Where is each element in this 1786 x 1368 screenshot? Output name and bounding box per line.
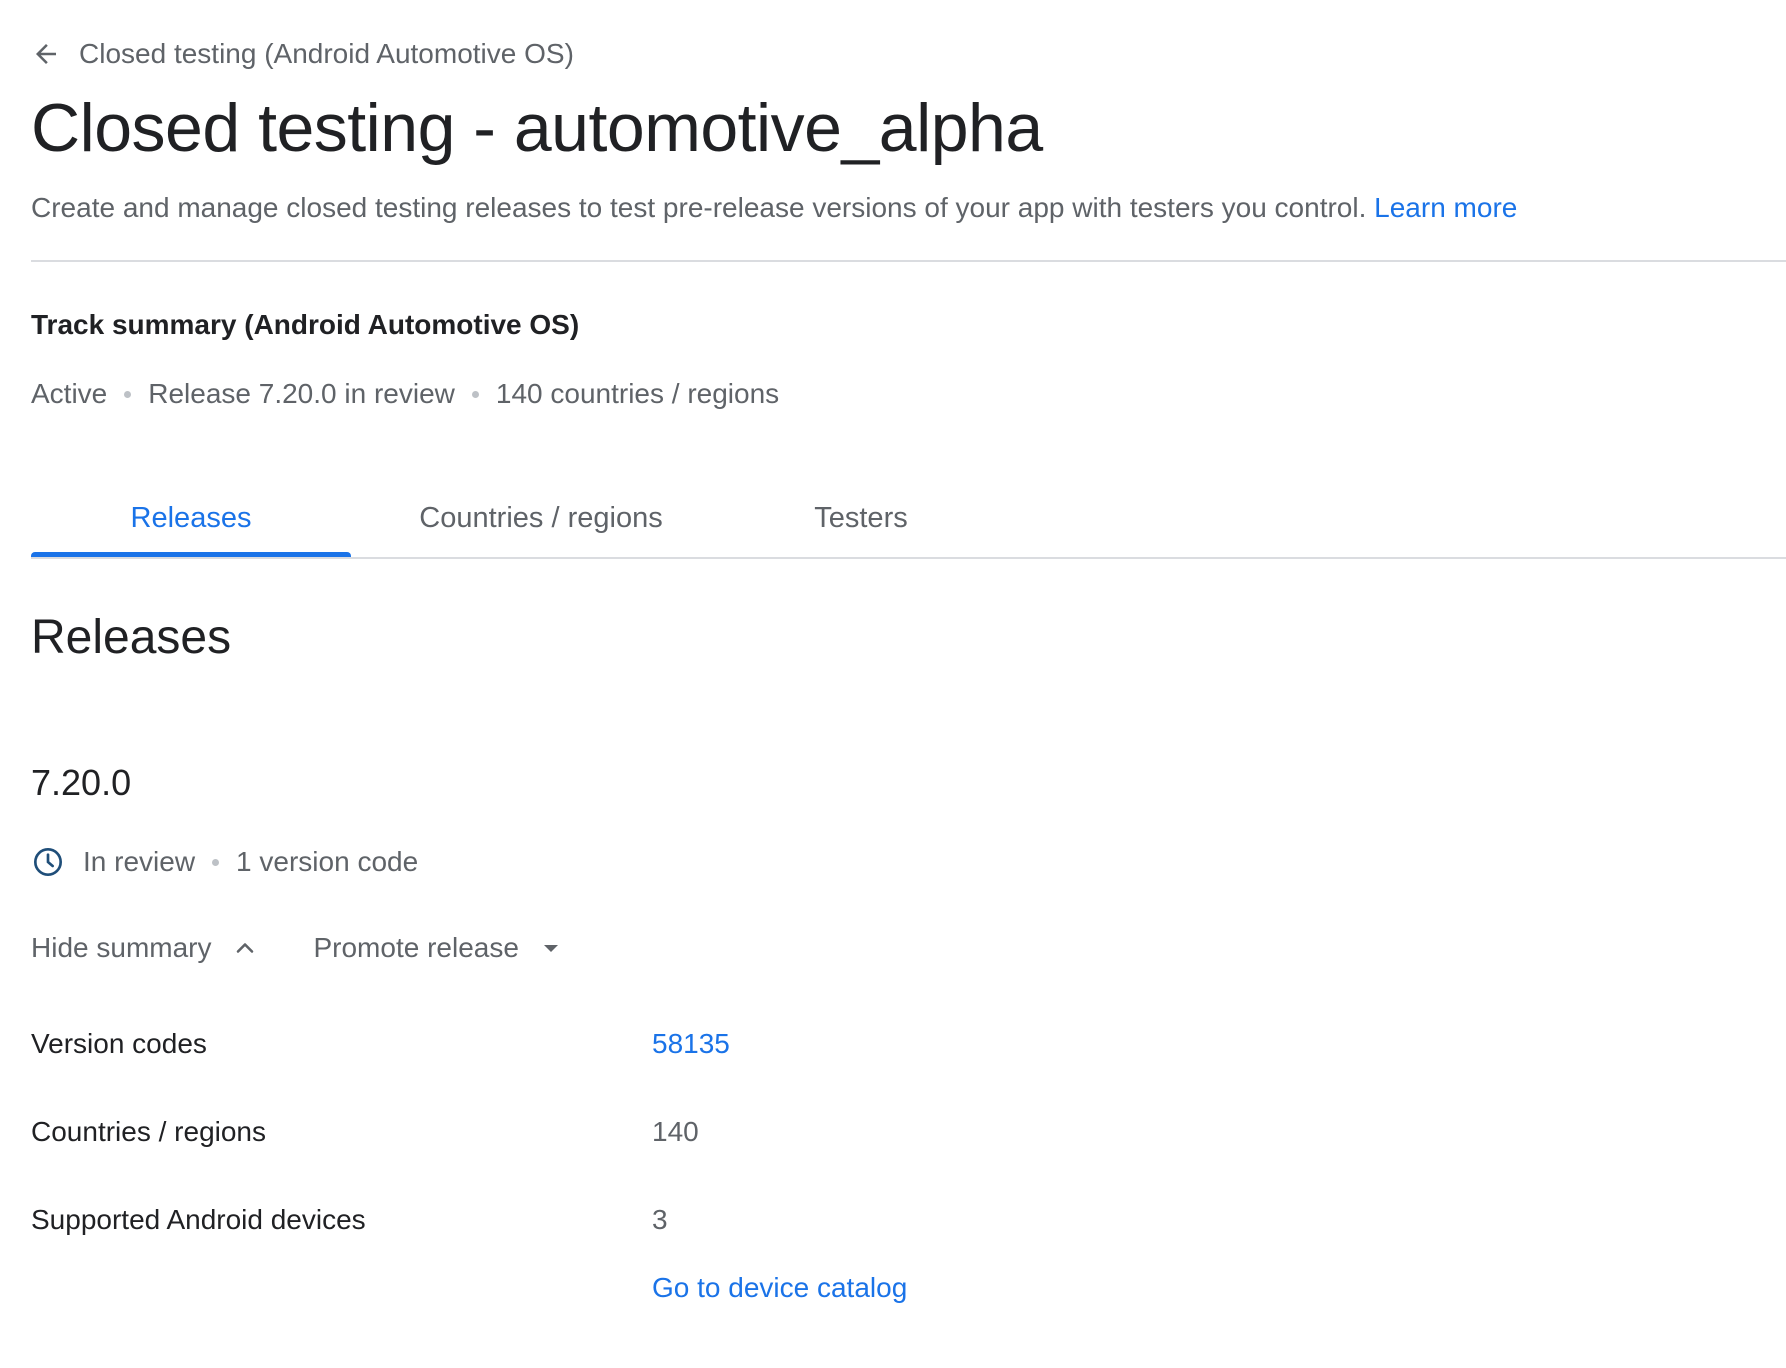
page-description: Create and manage closed testing release… xyxy=(31,188,1517,228)
page-title: Closed testing - automotive_alpha xyxy=(31,90,1043,166)
tab-label: Countries / regions xyxy=(419,502,663,534)
separator-dot xyxy=(124,390,132,398)
track-summary-meta: Active Release 7.20.0 in review 140 coun… xyxy=(31,374,779,414)
summary-row-version-codes: Version codes 58135 xyxy=(31,1024,1231,1064)
release-status: In review xyxy=(83,846,196,877)
summary-value: 140 xyxy=(652,1116,699,1147)
hide-summary-label: Hide summary xyxy=(31,932,212,963)
arrow-back-icon[interactable] xyxy=(29,37,63,71)
header-divider xyxy=(31,260,1786,262)
separator-dot xyxy=(471,390,479,398)
promote-release-label: Promote release xyxy=(313,932,519,963)
dropdown-arrow-icon xyxy=(543,945,558,952)
summary-row-supported-devices: Supported Android devices 3 xyxy=(31,1200,1231,1240)
clock-icon xyxy=(31,845,65,879)
hide-summary-button[interactable]: Hide summary xyxy=(31,928,259,968)
page-description-text: Create and manage closed testing release… xyxy=(31,192,1367,223)
track-status: Active xyxy=(31,378,108,409)
tab-label: Testers xyxy=(814,502,908,534)
tab-countries-regions[interactable]: Countries / regions xyxy=(361,488,721,558)
releases-section-title: Releases xyxy=(31,611,232,664)
summary-row-device-catalog: Go to device catalog xyxy=(31,1268,1231,1308)
tab-releases[interactable]: Releases xyxy=(31,488,351,558)
separator-dot xyxy=(212,858,220,866)
summary-value: 3 xyxy=(652,1204,668,1235)
summary-row-countries: Countries / regions 140 xyxy=(31,1112,1231,1152)
summary-key: Version codes xyxy=(31,1028,207,1059)
summary-key: Supported Android devices xyxy=(31,1204,366,1235)
device-catalog-link[interactable]: Go to device catalog xyxy=(652,1268,907,1308)
tab-testers[interactable]: Testers xyxy=(731,488,991,558)
breadcrumb-label[interactable]: Closed testing (Android Automotive OS) xyxy=(79,38,574,70)
release-version: 7.20.0 xyxy=(31,762,132,803)
chevron-up-icon xyxy=(237,943,254,953)
tabs-divider xyxy=(31,557,1786,559)
track-release-status: Release 7.20.0 in review xyxy=(148,378,455,409)
promote-release-button[interactable]: Promote release xyxy=(313,928,562,968)
version-code-count: 1 version code xyxy=(236,846,419,877)
version-code-link[interactable]: 58135 xyxy=(652,1024,730,1064)
tab-bar: Releases Countries / regions Testers xyxy=(31,488,1786,558)
learn-more-link[interactable]: Learn more xyxy=(1374,192,1517,223)
tab-label: Releases xyxy=(130,502,252,534)
breadcrumb: Closed testing (Android Automotive OS) xyxy=(31,36,574,72)
release-status-line: In review 1 version code xyxy=(31,842,418,882)
release-actions: Hide summary Promote release xyxy=(31,928,563,968)
summary-key: Countries / regions xyxy=(31,1116,267,1147)
track-countries: 140 countries / regions xyxy=(495,378,780,409)
track-summary-title: Track summary (Android Automotive OS) xyxy=(31,309,580,340)
